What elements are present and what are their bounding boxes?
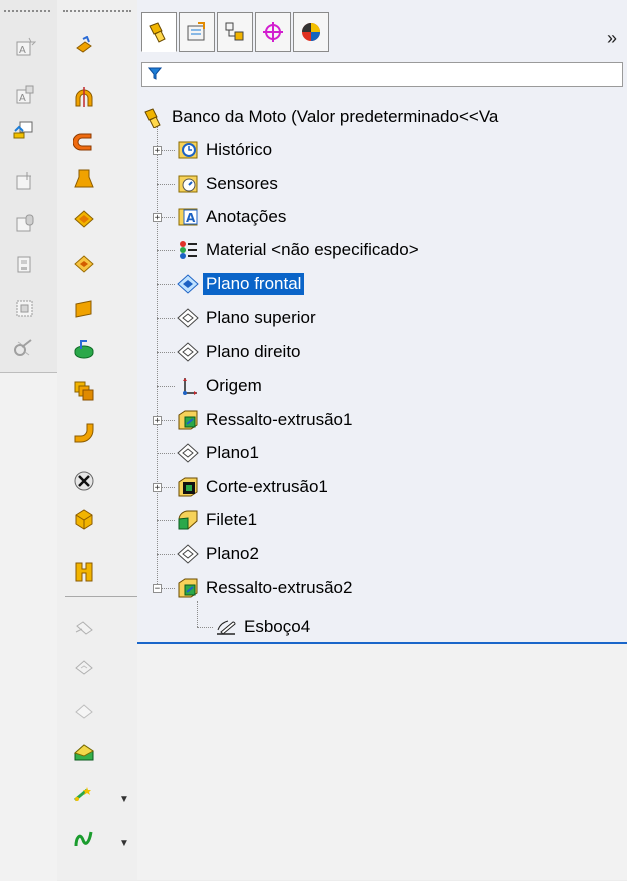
wrap-dropdown-arrow[interactable]: ▼ bbox=[119, 794, 129, 805]
manager-tab-bar: » bbox=[141, 12, 627, 58]
balloon-icon[interactable] bbox=[12, 119, 34, 141]
swept-boss-icon[interactable] bbox=[73, 131, 95, 153]
toolbar-grip[interactable] bbox=[4, 10, 50, 14]
hole-wizard-icon[interactable] bbox=[73, 470, 95, 492]
filter-icon bbox=[148, 67, 162, 80]
tree-item-historico[interactable]: Histórico bbox=[177, 135, 275, 165]
tree-item-esboco4[interactable]: Esboço4 bbox=[215, 612, 313, 642]
tree-item-material[interactable]: Material <não especificado> bbox=[177, 235, 422, 265]
featuremanager-panel: » Banco da Moto (Valor predeterminado<<V… bbox=[137, 0, 627, 880]
configurationmanager-tab[interactable] bbox=[217, 12, 253, 52]
extruded-boss-icon[interactable] bbox=[73, 36, 95, 58]
tree-filter-input[interactable] bbox=[141, 62, 623, 87]
tree-item-plano2[interactable]: Plano2 bbox=[177, 539, 262, 569]
display-manager-tab-icon bbox=[302, 23, 320, 41]
tree-connector bbox=[157, 126, 158, 588]
svg-text:A: A bbox=[19, 93, 26, 104]
flex-disabled-icon[interactable] bbox=[73, 700, 95, 722]
tree-root-label: Banco da Moto (Valor predeterminado<<Va bbox=[172, 107, 499, 126]
note-icon[interactable]: A bbox=[14, 84, 36, 106]
tree-item-plano-superior[interactable]: Plano superior bbox=[177, 303, 319, 333]
propertymanager-tab-icon bbox=[187, 22, 205, 41]
featuremanager-tab[interactable] bbox=[141, 12, 177, 52]
lofted-boss-icon[interactable] bbox=[73, 168, 95, 190]
sketch-icon bbox=[215, 616, 237, 638]
tree-item-ressalto-extrusao2[interactable]: Ressalto-extrusão2 bbox=[177, 573, 355, 603]
structural-member-icon[interactable] bbox=[73, 561, 95, 583]
annotations-icon: A bbox=[177, 206, 199, 228]
tree-item-filete1[interactable]: Filete1 bbox=[177, 505, 260, 535]
wrap-icon[interactable] bbox=[73, 784, 95, 806]
featuremanager-tab-icon bbox=[149, 22, 166, 43]
reference-plane-icon[interactable] bbox=[73, 253, 95, 275]
toolbar-grip[interactable] bbox=[63, 10, 131, 14]
tree-connector bbox=[197, 601, 198, 627]
plane-icon bbox=[177, 543, 199, 565]
annotation-toolbar: A A bbox=[0, 0, 58, 372]
expand-toggle[interactable]: + bbox=[153, 416, 162, 426]
revolved-boss-icon[interactable] bbox=[73, 86, 95, 108]
tree-item-ressalto-extrusao1[interactable]: Ressalto-extrusão1 bbox=[177, 405, 355, 435]
plane-icon bbox=[177, 307, 199, 329]
boss-extrude-icon bbox=[177, 577, 199, 599]
expand-tabs-button[interactable]: » bbox=[607, 28, 617, 49]
fillet-icon bbox=[177, 509, 199, 531]
tree-item-plano-direito[interactable]: Plano direito bbox=[177, 337, 304, 367]
tree-item-plano1[interactable]: Plano1 bbox=[177, 438, 262, 468]
geometric-tolerance-icon[interactable] bbox=[14, 298, 36, 320]
dimxpert-tab[interactable] bbox=[255, 12, 291, 52]
tree-item-plano-frontal[interactable]: Plano frontal bbox=[177, 269, 305, 299]
surface-finish-icon[interactable] bbox=[14, 170, 36, 192]
weldment-icon[interactable] bbox=[73, 508, 95, 530]
tree-item-anotacoes[interactable]: A Anotações bbox=[177, 202, 289, 232]
plane-icon bbox=[177, 341, 199, 363]
deform-disabled-icon[interactable] bbox=[73, 618, 95, 640]
cut-extrude-icon bbox=[177, 476, 199, 498]
part-icon bbox=[143, 106, 165, 128]
sensor-icon bbox=[177, 173, 199, 195]
history-icon bbox=[177, 139, 199, 161]
features-toolbar: ▼ ▼ bbox=[57, 0, 189, 880]
selected-label: Plano frontal bbox=[203, 273, 305, 295]
expand-toggle[interactable]: + bbox=[153, 213, 162, 223]
dome-icon[interactable] bbox=[73, 742, 95, 764]
cosmetic-thread-icon[interactable] bbox=[12, 337, 34, 359]
boundary-boss-icon[interactable] bbox=[73, 208, 95, 230]
plane-icon bbox=[177, 442, 199, 464]
expand-toggle[interactable]: + bbox=[153, 146, 162, 156]
tree-item-corte-extrusao1[interactable]: Corte-extrusão1 bbox=[177, 472, 331, 502]
tree-root[interactable]: Banco da Moto (Valor predeterminado<<Va bbox=[143, 102, 501, 132]
boss-extrude-icon bbox=[177, 409, 199, 431]
origin-icon bbox=[177, 375, 199, 397]
tree-item-origem[interactable]: Origem bbox=[177, 371, 265, 401]
panel-empty-area bbox=[137, 644, 627, 880]
dimxpert-tab-icon bbox=[263, 22, 283, 42]
curves-dropdown-arrow[interactable]: ▼ bbox=[119, 838, 129, 849]
plane-icon bbox=[177, 273, 199, 295]
indent-disabled-icon[interactable] bbox=[73, 656, 95, 678]
weld-symbol-icon[interactable] bbox=[14, 212, 36, 234]
svg-text:A: A bbox=[19, 45, 26, 56]
surface-icon[interactable] bbox=[73, 298, 95, 320]
tree-item-sensores[interactable]: Sensores bbox=[177, 169, 281, 199]
curves-icon[interactable] bbox=[73, 828, 95, 850]
curve-driven-icon[interactable] bbox=[73, 337, 95, 359]
configurationmanager-tab-icon bbox=[225, 22, 244, 41]
bend-icon[interactable] bbox=[73, 422, 95, 444]
svg-text:A: A bbox=[186, 211, 196, 225]
datum-feature-icon[interactable] bbox=[14, 253, 36, 275]
smart-dimension-note-icon[interactable]: A bbox=[14, 36, 36, 58]
expand-toggle[interactable]: + bbox=[153, 483, 162, 493]
linear-pattern-icon[interactable] bbox=[73, 380, 95, 402]
propertymanager-tab[interactable] bbox=[179, 12, 215, 52]
toolbar-empty-area bbox=[0, 372, 57, 881]
display-manager-tab[interactable] bbox=[293, 12, 329, 52]
collapse-toggle[interactable]: − bbox=[153, 584, 162, 594]
material-icon bbox=[177, 239, 199, 261]
